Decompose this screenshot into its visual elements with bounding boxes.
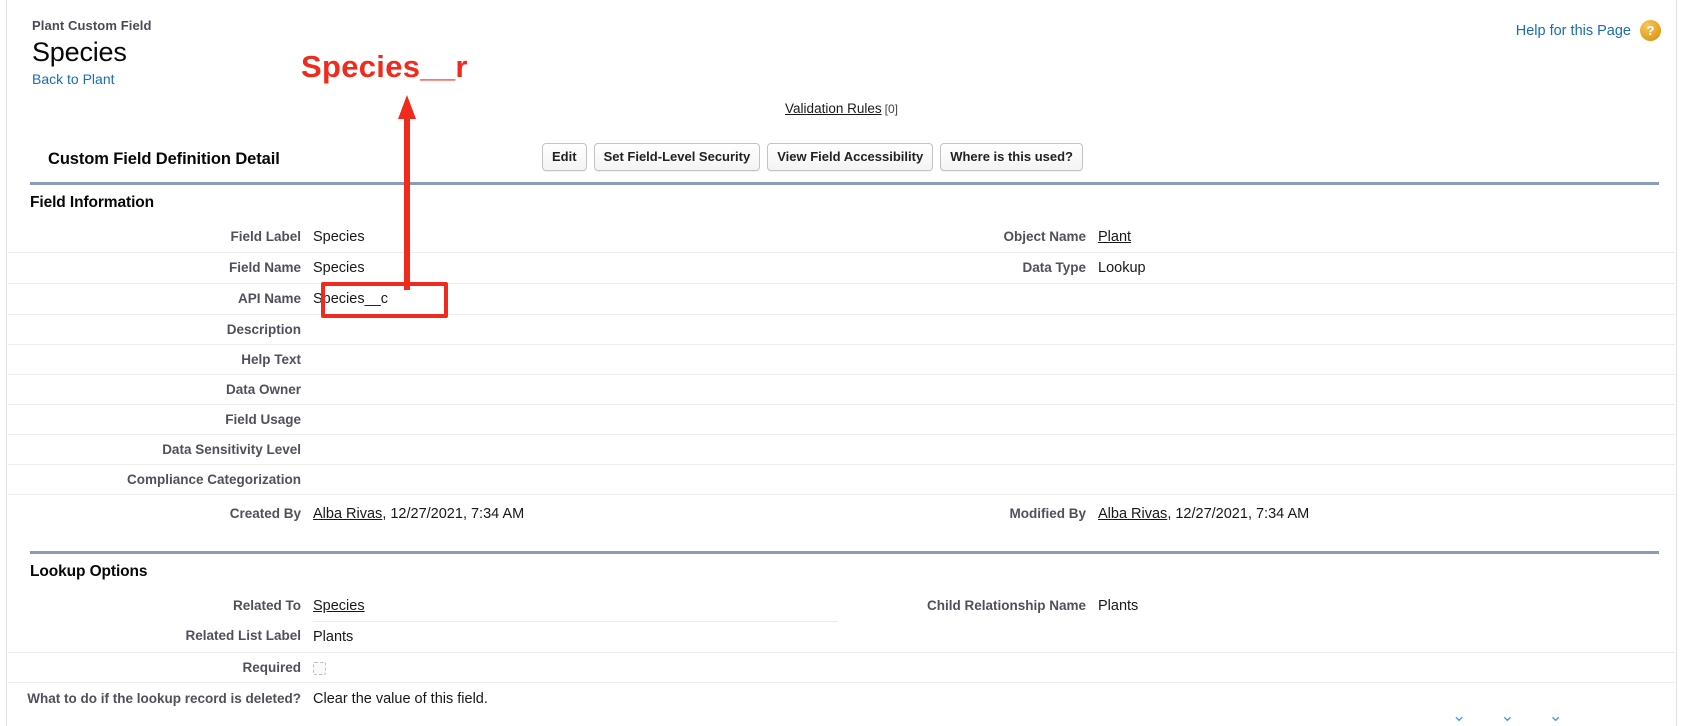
data-owner-label: Data Owner xyxy=(225,382,301,397)
validation-rules-count: [0] xyxy=(884,102,898,116)
modified-by-user-link[interactable]: Alba Rivas xyxy=(1098,506,1167,522)
api-name-label: API Name xyxy=(237,291,301,306)
related-to-value-link[interactable]: Species xyxy=(313,597,365,616)
field-information-section: Field Information Field Label Species Ob… xyxy=(8,182,1675,531)
table-row: Created By Alba Rivas, 12/27/2021, 7:34 … xyxy=(8,494,1675,531)
table-row: What to do if the lookup record is delet… xyxy=(8,681,1675,714)
created-by-label: Created By xyxy=(229,506,301,521)
help-text-label: Help Text xyxy=(241,352,301,367)
description-label: Description xyxy=(226,322,301,337)
page-gutter-right xyxy=(1676,0,1686,726)
object-name-value-link[interactable]: Plant xyxy=(1098,228,1131,247)
field-label-value: Species xyxy=(313,229,365,245)
field-label-label: Field Label xyxy=(230,229,301,244)
data-sensitivity-level-label: Data Sensitivity Level xyxy=(162,442,301,457)
table-row: Help Text xyxy=(8,344,1675,375)
table-row: Compliance Categorization xyxy=(8,464,1675,495)
view-field-accessibility-button[interactable]: View Field Accessibility xyxy=(767,143,934,171)
field-name-value: Species xyxy=(313,260,365,276)
question-mark-icon[interactable]: ? xyxy=(1640,20,1661,41)
table-row: Data Sensitivity Level xyxy=(8,434,1675,465)
api-name-value: Species__c xyxy=(313,291,388,307)
modified-by-label: Modified By xyxy=(1009,506,1087,521)
set-field-level-security-button[interactable]: Set Field-Level Security xyxy=(593,143,761,171)
edit-button[interactable]: Edit xyxy=(542,143,587,171)
child-relationship-name-label: Child Relationship Name xyxy=(926,597,1086,613)
where-is-this-used-button[interactable]: Where is this used? xyxy=(940,143,1083,171)
field-information-table: Field Label Species Object Name Plant Fi… xyxy=(8,222,1675,531)
lookup-options-table: Related To Species Child Relationship Na… xyxy=(8,590,1675,714)
table-row: Field Label Species Object Name Plant xyxy=(8,222,1675,253)
page-content: Plant Custom Field Species Back to Plant… xyxy=(8,0,1675,726)
detail-section-title: Custom Field Definition Detail xyxy=(48,149,280,168)
table-row: Data Owner xyxy=(8,374,1675,405)
related-list-label-value: Plants xyxy=(313,628,354,645)
help-container: Help for this Page ? xyxy=(1516,20,1661,41)
table-row: Field Usage xyxy=(8,404,1675,435)
lookup-deleted-behavior-label: What to do if the lookup record is delet… xyxy=(27,690,301,706)
lookup-options-section: Lookup Options Related To Species Child … xyxy=(8,550,1675,714)
required-checkbox[interactable] xyxy=(313,661,326,675)
help-for-this-page-link[interactable]: Help for this Page xyxy=(1516,23,1631,39)
modified-by-timestamp: , 12/27/2021, 7:34 AM xyxy=(1167,506,1310,522)
validation-rules-link[interactable]: Validation Rules xyxy=(785,101,882,116)
created-by-value: Alba Rivas, 12/27/2021, 7:34 AM xyxy=(313,505,524,524)
back-to-plant-link[interactable]: Back to Plant xyxy=(32,71,115,87)
detail-toolbar: Custom Field Definition Detail Edit Set … xyxy=(8,136,1675,182)
required-label: Required xyxy=(242,659,301,675)
object-name-label: Object Name xyxy=(1003,229,1086,244)
record-type-label: Plant Custom Field xyxy=(32,18,152,33)
lookup-options-heading: Lookup Options xyxy=(30,562,148,580)
created-by-timestamp: , 12/27/2021, 7:34 AM xyxy=(382,506,525,522)
page-title: Species xyxy=(32,37,127,67)
validation-rules-row: Validation Rules [0] xyxy=(8,100,1675,118)
modified-by-value: Alba Rivas, 12/27/2021, 7:34 AM xyxy=(1098,505,1309,524)
page-gutter-left xyxy=(0,0,7,726)
annotation-label: Species__r xyxy=(301,49,468,84)
created-by-user-link[interactable]: Alba Rivas xyxy=(313,506,382,522)
child-relationship-name-value: Plants xyxy=(1098,597,1139,614)
page-bottom-cutoff-text: ⌄⌄⌄ xyxy=(1452,706,1597,725)
lookup-deleted-behavior-value: Clear the value of this field. xyxy=(313,690,488,707)
table-row: Required xyxy=(8,651,1675,682)
field-information-heading: Field Information xyxy=(30,194,155,211)
related-to-label: Related To xyxy=(232,597,301,613)
annotation-arrow-icon xyxy=(398,95,416,290)
table-row: API Name Species__c xyxy=(8,283,1675,315)
table-row: Description xyxy=(8,314,1675,345)
related-list-label-label: Related List Label xyxy=(185,628,301,643)
table-row: Field Name Species Data Type Lookup xyxy=(8,252,1675,284)
table-row: Related To Species Child Relationship Na… xyxy=(8,590,1675,622)
field-usage-label: Field Usage xyxy=(225,412,301,427)
page-root: Plant Custom Field Species Back to Plant… xyxy=(0,0,1686,726)
data-type-value: Lookup xyxy=(1098,260,1146,276)
field-name-label: Field Name xyxy=(228,260,301,275)
page-header: Plant Custom Field Species Back to Plant… xyxy=(8,0,1675,89)
detail-button-group: Edit Set Field-Level Security View Field… xyxy=(542,143,1083,171)
table-row: Related List Label Plants xyxy=(8,621,1675,652)
data-type-label: Data Type xyxy=(1022,260,1086,275)
compliance-categorization-label: Compliance Categorization xyxy=(126,472,301,487)
